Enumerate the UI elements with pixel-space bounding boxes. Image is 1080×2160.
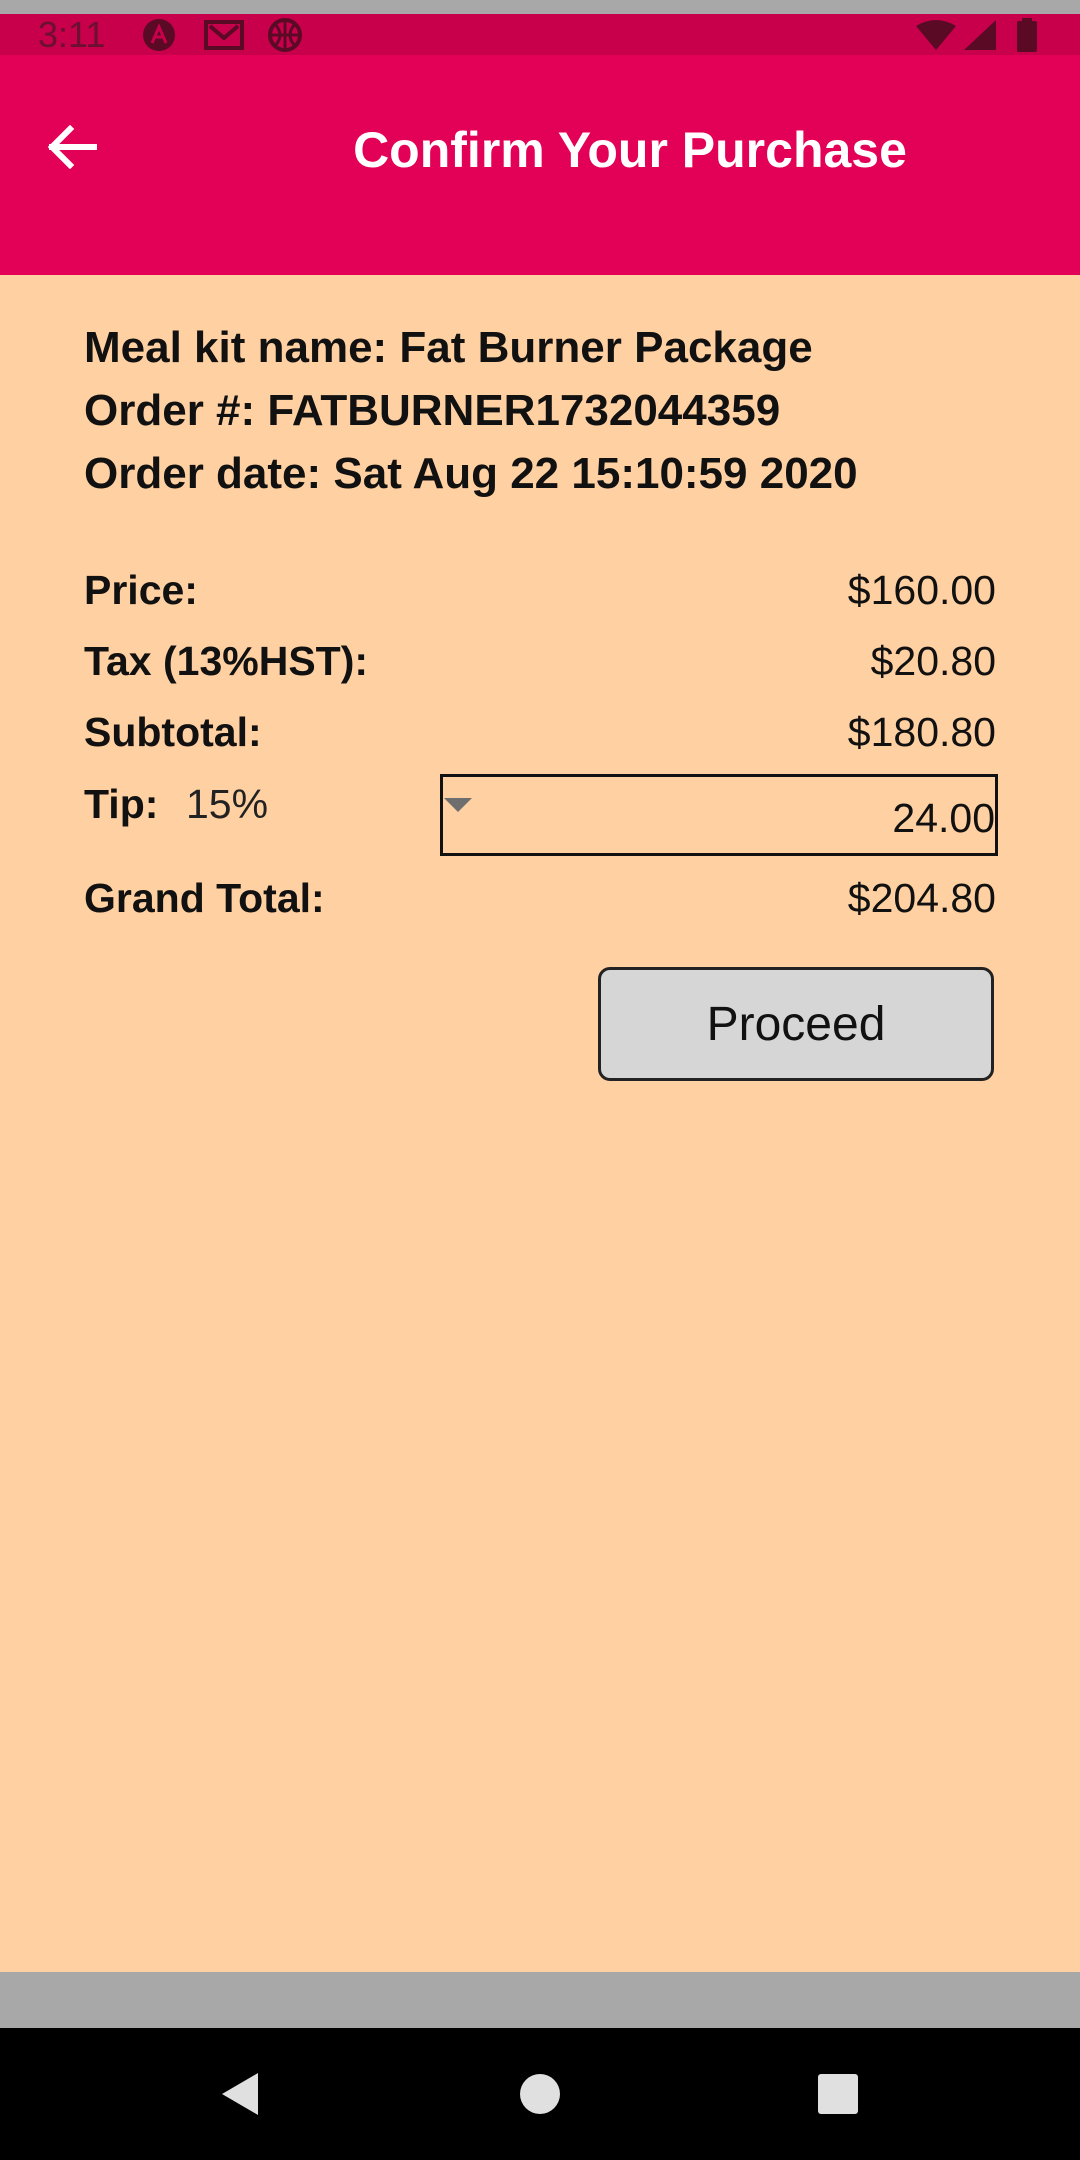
tax-label: Tax (13%HST): xyxy=(84,638,369,684)
arrow-left-icon xyxy=(47,125,97,169)
order-date: Order date: Sat Aug 22 15:10:59 2020 xyxy=(84,449,858,498)
grand-total-label: Grand Total: xyxy=(84,875,325,921)
order-info: Meal kit name: Fat Burner Package Order … xyxy=(84,316,858,505)
mail-icon xyxy=(204,18,244,52)
grand-total-row: Grand Total: $204.80 xyxy=(84,868,996,928)
navigation-bar xyxy=(0,2028,1080,2160)
tip-label: Tip: xyxy=(84,781,159,827)
meal-kit-name: Meal kit name: Fat Burner Package xyxy=(84,323,813,372)
bottom-strip xyxy=(0,1972,1080,2028)
battery-icon xyxy=(1016,18,1038,52)
subtotal-row: Subtotal: $180.80 xyxy=(84,702,996,762)
order-number: Order #: FATBURNER1732044359 xyxy=(84,386,781,435)
triangle-back-icon xyxy=(222,2073,258,2115)
tax-row: Tax (13%HST): $20.80 xyxy=(84,631,996,691)
price-row: Price: $160.00 xyxy=(84,560,996,620)
screen: 3:11 Confirm Your Purchase Meal kit name… xyxy=(0,0,1080,2160)
wifi-icon xyxy=(914,18,958,52)
square-recents-icon xyxy=(818,2074,858,2114)
signal-icon xyxy=(962,18,998,52)
tip-percent-value: 15% xyxy=(186,781,269,827)
status-time: 3:11 xyxy=(38,14,106,55)
subtotal-value: $180.80 xyxy=(847,709,996,755)
back-button[interactable] xyxy=(30,105,114,189)
grand-total-value: $204.80 xyxy=(847,875,996,921)
proceed-button[interactable]: Proceed xyxy=(598,967,994,1081)
price-value: $160.00 xyxy=(847,567,996,613)
basketball-icon xyxy=(268,18,302,52)
tip-row: Tip: 15% 24.00 xyxy=(84,772,998,856)
subtotal-label: Subtotal: xyxy=(84,709,262,755)
android-icon xyxy=(142,18,176,52)
nav-home-button[interactable] xyxy=(500,2054,580,2134)
tax-value: $20.80 xyxy=(870,638,996,684)
tip-amount-field[interactable]: 24.00 xyxy=(440,774,998,856)
circle-home-icon xyxy=(520,2074,560,2114)
nav-back-button[interactable] xyxy=(200,2054,280,2134)
price-label: Price: xyxy=(84,567,198,613)
tip-amount-value: 24.00 xyxy=(892,795,995,841)
page-title: Confirm Your Purchase xyxy=(353,122,907,178)
tip-percent-dropdown[interactable]: 15% xyxy=(186,772,476,836)
nav-recents-button[interactable] xyxy=(798,2054,878,2134)
status-bar: 3:11 xyxy=(0,14,1080,55)
top-strip xyxy=(0,0,1080,14)
